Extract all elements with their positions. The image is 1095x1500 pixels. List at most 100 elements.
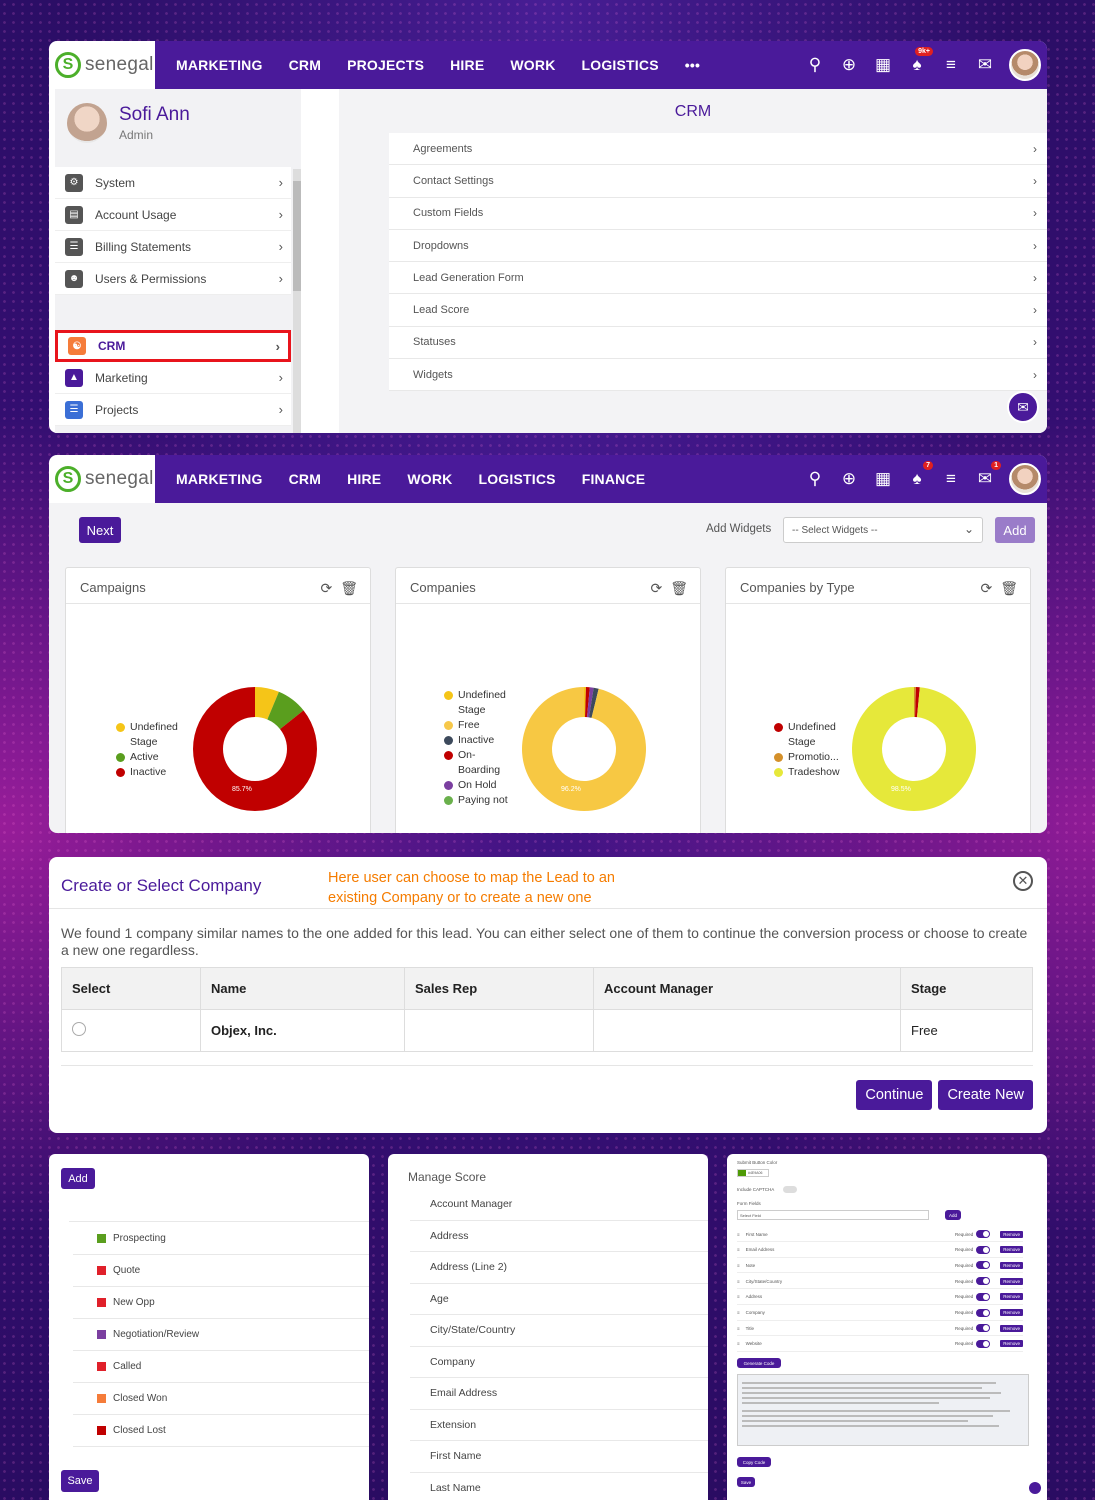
list-item[interactable]: Negotiation/Review	[73, 1319, 369, 1351]
sidebar-scrollbar[interactable]	[293, 169, 301, 433]
generate-code-button[interactable]: Generate Code	[737, 1358, 781, 1368]
chat-icon[interactable]: ✉ 1	[975, 461, 1001, 489]
menu-marketing[interactable]: MARKETING	[163, 57, 276, 73]
continue-button[interactable]: Continue	[856, 1080, 933, 1110]
add-circle-icon[interactable]: ⊕	[839, 55, 859, 75]
remove-button[interactable]: Remove	[1000, 1293, 1023, 1301]
list-item[interactable]: Dropdowns ›	[389, 230, 1047, 263]
list-item[interactable]: Age	[410, 1284, 708, 1315]
bell-icon[interactable]: ♠ 7	[907, 461, 933, 489]
trash-icon[interactable]: 🗑	[670, 580, 688, 597]
refresh-icon[interactable]: ⟳	[980, 580, 992, 597]
list-item[interactable]: Lead Score ›	[389, 294, 1047, 327]
list-item[interactable]: Email Address	[410, 1378, 708, 1410]
close-icon[interactable]: ✕	[1013, 871, 1033, 891]
next-button[interactable]: Next	[79, 517, 121, 543]
drag-handle-icon[interactable]: ≡	[737, 1310, 740, 1315]
menu-work[interactable]: WORK	[394, 471, 465, 487]
menu-finance[interactable]: FINANCE	[569, 471, 659, 487]
sidebar-item-billing[interactable]: ☰ Billing Statements ›	[55, 231, 291, 263]
add-field-button[interactable]: Add	[945, 1210, 961, 1220]
list-item[interactable]: Company	[410, 1347, 708, 1378]
list-item[interactable]: City/State/Country	[410, 1315, 708, 1347]
drag-handle-icon[interactable]: ≡	[737, 1294, 740, 1299]
calendar-icon[interactable]: ▦	[873, 469, 893, 489]
chat-icon[interactable]: ✉	[975, 55, 995, 75]
required-toggle[interactable]	[976, 1308, 991, 1317]
trash-icon[interactable]: 🗑	[340, 580, 358, 597]
menu-work[interactable]: WORK	[497, 57, 568, 73]
add-circle-icon[interactable]: ⊕	[839, 469, 859, 489]
list-item[interactable]: Quote	[73, 1255, 369, 1287]
drag-handle-icon[interactable]: ≡	[737, 1279, 740, 1284]
bell-icon[interactable]: ♠ 9k+	[907, 47, 933, 75]
list-item[interactable]: Address (Line 2)	[410, 1252, 708, 1284]
refresh-icon[interactable]: ⟳	[650, 580, 662, 597]
list-item[interactable]: Custom Fields ›	[389, 198, 1047, 230]
menu-hire[interactable]: HIRE	[334, 471, 394, 487]
required-toggle[interactable]	[976, 1277, 991, 1286]
drag-handle-icon[interactable]: ≡	[737, 1263, 740, 1268]
search-icon[interactable]: ⚲	[805, 469, 825, 489]
report-icon[interactable]: ≡	[941, 55, 961, 75]
remove-button[interactable]: Remove	[1000, 1246, 1023, 1254]
calendar-icon[interactable]: ▦	[873, 55, 893, 75]
required-toggle[interactable]	[976, 1245, 991, 1254]
add-widget-button[interactable]: Add	[995, 517, 1035, 543]
sidebar-item-account-usage[interactable]: ▤ Account Usage ›	[55, 199, 291, 231]
save-button[interactable]: Save	[61, 1470, 99, 1492]
list-item[interactable]: Called	[73, 1351, 369, 1383]
remove-button[interactable]: Remove	[1000, 1261, 1023, 1269]
list-item[interactable]: Contact Settings ›	[389, 165, 1047, 198]
add-status-button[interactable]: Add	[61, 1168, 95, 1189]
list-item[interactable]: Closed Won	[73, 1383, 369, 1415]
user-avatar[interactable]	[1009, 49, 1041, 81]
menu-crm[interactable]: CRM	[276, 57, 334, 73]
list-item[interactable]: Widgets ›	[389, 359, 1047, 392]
required-toggle[interactable]	[976, 1339, 991, 1348]
remove-button[interactable]: Remove	[1000, 1340, 1023, 1348]
list-item[interactable]: New Opp	[73, 1287, 369, 1319]
trash-icon[interactable]: 🗑	[1000, 580, 1018, 597]
menu-crm[interactable]: CRM	[276, 471, 334, 487]
select-field-dropdown[interactable]: Select Field	[737, 1210, 929, 1220]
required-toggle[interactable]	[976, 1292, 991, 1301]
list-item[interactable]: First Name	[410, 1441, 708, 1473]
submit-color-input[interactable]: #4E9A06	[737, 1169, 769, 1177]
table-row[interactable]: Objex, Inc. Free	[61, 1009, 1033, 1052]
list-item[interactable]: Last Name	[410, 1473, 708, 1500]
menu-hire[interactable]: HIRE	[437, 57, 497, 73]
sidebar-item-system[interactable]: ⚙ System ›	[55, 167, 291, 199]
captcha-toggle[interactable]	[783, 1186, 797, 1193]
list-item[interactable]: Statuses ›	[389, 327, 1047, 360]
menu-projects[interactable]: PROJECTS	[334, 57, 437, 73]
required-toggle[interactable]	[976, 1230, 991, 1238]
sidebar-item-projects[interactable]: ☰ Projects ›	[55, 394, 291, 426]
list-item[interactable]: Address	[410, 1221, 708, 1252]
menu-logistics[interactable]: LOGISTICS	[465, 471, 568, 487]
chat-button[interactable]: ✉	[1007, 391, 1039, 423]
logo[interactable]: Ssenegal	[49, 455, 155, 503]
refresh-icon[interactable]: ⟳	[320, 580, 332, 597]
sidebar-item-marketing[interactable]: ▲ Marketing ›	[55, 362, 291, 394]
remove-button[interactable]: Remove	[1000, 1277, 1023, 1285]
sidebar-item-crm[interactable]: ☯ CRM ›	[55, 330, 291, 362]
logo[interactable]: Ssenegal	[49, 41, 155, 89]
list-item[interactable]: Account Manager	[410, 1189, 708, 1221]
create-new-button[interactable]: Create New	[938, 1080, 1033, 1110]
copy-code-button[interactable]: Copy Code	[737, 1457, 771, 1467]
remove-button[interactable]: Remove	[1000, 1230, 1023, 1238]
menu-more[interactable]: •••	[672, 57, 713, 73]
drag-handle-icon[interactable]: ≡	[737, 1232, 740, 1237]
list-item[interactable]: Prospecting	[73, 1223, 369, 1255]
widget-select[interactable]: -- Select Widgets -- ⌄	[783, 517, 983, 543]
chat-icon[interactable]	[1029, 1482, 1041, 1494]
drag-handle-icon[interactable]: ≡	[737, 1326, 740, 1331]
remove-button[interactable]: Remove	[1000, 1309, 1023, 1316]
sidebar-item-users[interactable]: ☻ Users & Permissions ›	[55, 263, 291, 295]
required-toggle[interactable]	[976, 1261, 991, 1270]
search-icon[interactable]: ⚲	[805, 55, 825, 75]
remove-button[interactable]: Remove	[1000, 1324, 1023, 1332]
select-radio[interactable]	[72, 1022, 86, 1036]
report-icon[interactable]: ≡	[941, 469, 961, 489]
